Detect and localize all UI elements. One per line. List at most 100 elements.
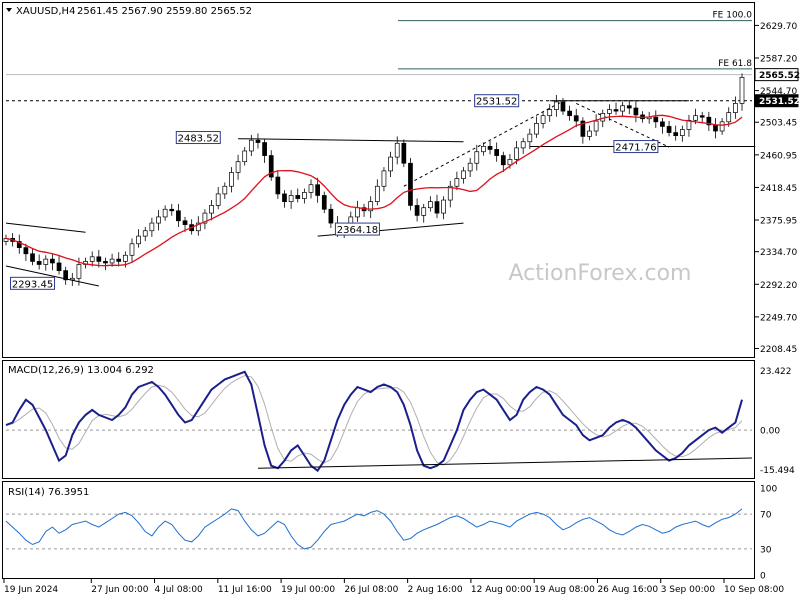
- annotation-label: 2483.52: [178, 134, 219, 145]
- candle-body: [394, 142, 400, 158]
- candle-body: [507, 159, 513, 166]
- candle-body: [209, 205, 214, 214]
- candle-body: [23, 247, 29, 255]
- price-tick-label: 2292.20: [760, 281, 797, 291]
- candle-body: [514, 147, 519, 160]
- macd-label: MACD(12,26,9) 13.004 6.292: [8, 365, 154, 376]
- candle-body: [713, 124, 718, 132]
- candle-body: [169, 208, 175, 212]
- candle-body: [43, 258, 49, 265]
- candle-body: [69, 277, 75, 281]
- candle-body: [288, 195, 294, 202]
- axis-price-label: 2531.52: [759, 97, 800, 107]
- candle-body: [739, 76, 745, 104]
- candle-body: [540, 115, 546, 124]
- candle-body: [116, 258, 122, 262]
- candle-body: [673, 132, 679, 136]
- candle-body: [613, 109, 619, 112]
- candle-body: [176, 210, 181, 222]
- annotation-label: 2471.76: [615, 143, 656, 154]
- candle-body: [388, 156, 393, 172]
- candle-body: [401, 142, 407, 164]
- price-tick-label: 2334.70: [760, 248, 797, 258]
- annotation-label: 2364.18: [337, 225, 378, 236]
- candle-body: [262, 142, 267, 156]
- candle-body: [414, 205, 420, 216]
- price-tick-label: 2460.95: [760, 151, 797, 161]
- candle-body: [282, 193, 287, 202]
- candle-body: [441, 199, 446, 214]
- symbol-label: XAUUSD,H4: [16, 6, 75, 17]
- candle-body: [560, 101, 566, 112]
- candle-body: [149, 222, 155, 232]
- rsi-panel: [2, 481, 755, 579]
- macd-tick-label: 23.422: [760, 367, 792, 377]
- forex-chart: ActionForex.com XAUUSD,H4 2561.45 2567.9…: [2, 2, 800, 595]
- candle-body: [182, 220, 188, 225]
- candle-body: [534, 123, 539, 135]
- candle-body: [633, 107, 639, 116]
- candle-body: [408, 162, 413, 206]
- candle-body: [421, 207, 427, 216]
- candle-body: [653, 116, 659, 123]
- candle-body: [103, 261, 108, 264]
- candle-body: [302, 192, 307, 199]
- x-tick-label: 12 Aug 00:00: [471, 585, 532, 595]
- candle-body: [454, 178, 460, 187]
- annotation-label: 2293.45: [12, 279, 53, 290]
- candle-body: [679, 129, 685, 136]
- candle-body: [699, 115, 705, 118]
- candle-body: [96, 256, 102, 262]
- candle-body: [660, 121, 665, 127]
- x-tick-label: 26 Jul 08:00: [344, 585, 398, 595]
- candle-body: [553, 101, 559, 110]
- x-tick-label: 10 Sep 08:00: [724, 585, 784, 595]
- candle-body: [481, 146, 486, 153]
- candle-body: [428, 201, 433, 209]
- candle-body: [30, 253, 35, 262]
- candle-body: [89, 256, 95, 262]
- candle-body: [142, 230, 148, 237]
- price-tick-label: 2418.45: [760, 184, 797, 194]
- candle-body: [56, 262, 62, 271]
- candle-body: [593, 120, 599, 132]
- candle-body: [567, 110, 572, 117]
- candle-body: [109, 258, 115, 264]
- candle-body: [487, 146, 493, 150]
- candle-body: [467, 162, 473, 172]
- candle-body: [726, 112, 732, 123]
- candle-body: [626, 105, 632, 109]
- annotation-label: 2531.52: [476, 97, 517, 108]
- candle-body: [600, 113, 606, 122]
- candle-body: [162, 208, 168, 218]
- rsi-tick-label: 30: [760, 545, 772, 555]
- candle-body: [63, 270, 69, 281]
- candle-body: [295, 195, 301, 199]
- candle-body: [229, 172, 234, 187]
- macd-tick-label: 0.00: [760, 427, 780, 437]
- candle-body: [461, 170, 466, 179]
- candle-body: [733, 103, 738, 113]
- candle-body: [355, 207, 360, 218]
- candle-body: [500, 155, 506, 166]
- rsi-tick-label: 100: [760, 485, 777, 495]
- candle-body: [374, 185, 380, 202]
- candle-body: [527, 133, 533, 143]
- x-tick-label: 4 Jul 08:00: [155, 585, 204, 595]
- candle-body: [248, 139, 254, 152]
- candle-body: [235, 161, 241, 173]
- price-panel: [2, 2, 755, 358]
- candle-body: [474, 151, 480, 164]
- candle-body: [242, 150, 248, 163]
- candle-body: [156, 216, 161, 224]
- fib-level-label: FE 100.0: [713, 11, 753, 21]
- watermark: ActionForex.com: [509, 261, 692, 286]
- price-tick-label: 2587.20: [760, 55, 797, 65]
- axis-price-label: 2565.52: [759, 71, 800, 81]
- price-tick-label: 2208.45: [760, 345, 797, 355]
- candle-body: [215, 193, 221, 206]
- candle-body: [255, 139, 261, 143]
- candle-body: [321, 195, 327, 210]
- candle-body: [36, 261, 42, 265]
- candle-body: [222, 185, 228, 195]
